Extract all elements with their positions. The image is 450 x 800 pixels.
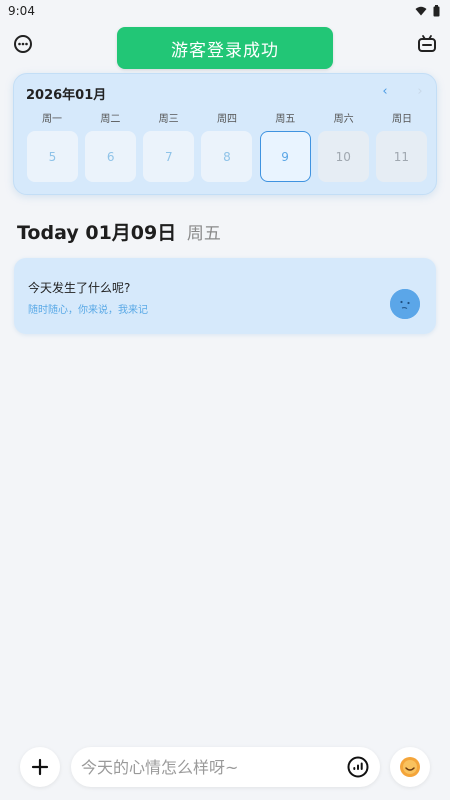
day-row: 5 6 7 8 9 10 11: [27, 131, 427, 182]
more-icon: [14, 35, 32, 53]
weekday-row: 周一 周二 周三 周四 周五 周六 周日: [27, 110, 427, 125]
today-weekday: 周五: [186, 224, 221, 244]
status-time: 9:04: [8, 4, 35, 18]
mood-face-icon: [390, 289, 420, 319]
weekday-label: 周三: [158, 114, 179, 125]
add-button[interactable]: [20, 747, 60, 787]
entry-title: 今天发生了什么呢?: [28, 281, 131, 295]
voice-icon: [347, 756, 369, 778]
weekday-label: 周一: [42, 114, 62, 125]
day-cell[interactable]: 8: [201, 131, 253, 182]
plus-icon: [31, 758, 49, 776]
today-heading: Today 01月09日 周五: [17, 218, 221, 245]
prev-week-button[interactable]: ‹: [377, 84, 393, 100]
weekday-label: 周二: [100, 114, 121, 125]
status-bar: 9:04: [0, 0, 450, 22]
weekday-label: 周六: [333, 114, 354, 125]
week-calendar: 2026年01月 ‹ › 周一 周二 周三 周四 周五 周六 周日 5 6 7 …: [13, 73, 437, 195]
today-prefix: Today: [17, 222, 79, 244]
day-cell[interactable]: 11: [375, 131, 427, 182]
next-week-button[interactable]: ›: [412, 84, 428, 100]
smiley-icon: [400, 757, 420, 777]
day-cell[interactable]: 7: [143, 131, 195, 182]
more-button[interactable]: [9, 30, 37, 58]
day-cell-selected[interactable]: 9: [259, 131, 311, 182]
voice-button[interactable]: [347, 756, 369, 778]
day-cell[interactable]: 10: [317, 131, 369, 182]
chevron-right-icon: ›: [417, 84, 423, 99]
battery-icon: [433, 5, 440, 17]
mood-input[interactable]: [81, 747, 341, 787]
day-cell[interactable]: 6: [85, 131, 137, 182]
emoji-button[interactable]: [390, 747, 430, 787]
weekday-label: 周五: [275, 114, 296, 125]
status-icons: [415, 5, 440, 17]
weekday-label: 周四: [216, 114, 237, 125]
chevron-left-icon: ‹: [382, 84, 388, 99]
wifi-icon: [415, 6, 427, 16]
weekday-label: 周日: [391, 114, 412, 125]
day-cell[interactable]: 5: [27, 131, 78, 182]
mood-input-bar: [71, 747, 380, 787]
login-toast: 游客登录成功: [117, 27, 333, 69]
tv-icon: [418, 35, 436, 52]
entry-subtitle: 随时随心，你来说，我来记: [28, 305, 148, 316]
today-date: 01月09日: [85, 222, 177, 244]
diary-prompt-card[interactable]: 今天发生了什么呢? 随时随心，你来说，我来记: [14, 258, 436, 334]
calendar-month-label: 2026年01月: [26, 88, 107, 103]
tv-button[interactable]: [413, 30, 441, 58]
